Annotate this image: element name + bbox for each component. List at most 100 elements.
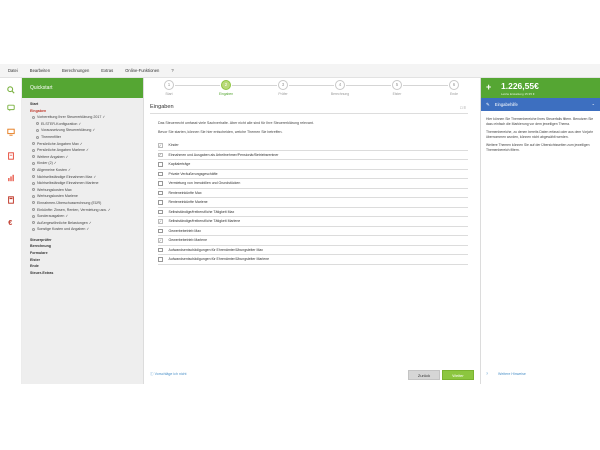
sidebar-item-label: Start	[30, 102, 39, 106]
sidebar-item-label: Sonderausgaben ✓	[37, 214, 69, 219]
topic-checkbox[interactable]: ✓	[158, 238, 163, 243]
sidebar-item[interactable]: Ende	[22, 263, 143, 270]
sidebar-item[interactable]: Berechnung	[22, 243, 143, 250]
refund-amount: 1.226,55€	[501, 81, 539, 91]
refund-box[interactable]: + 1.226,55€ Letzte Erstattung 15:35 €	[481, 78, 600, 98]
sidebar-item[interactable]: Werbungskosten Max	[22, 187, 143, 194]
menu-extras[interactable]: Extras	[101, 68, 113, 73]
chevron-down-icon[interactable]: ⌄	[592, 101, 595, 106]
sidebar-item[interactable]: Sonstige Kosten und Angaben ✓	[22, 226, 143, 233]
sidebar-item[interactable]: Elster	[22, 257, 143, 264]
step-3[interactable]: 3 Prüfer	[268, 80, 298, 96]
sidebar-item-label: Einkünfte: Zinsen, Renten, Vermietung us…	[37, 207, 111, 212]
step-label: Prüfer	[278, 92, 288, 96]
search-icon[interactable]	[7, 86, 15, 94]
chart-icon[interactable]	[7, 174, 15, 182]
sidebar-item[interactable]: Voraussetzung Steuererklärung ✓	[22, 127, 143, 134]
sidebar-item[interactable]: Start	[22, 101, 143, 108]
status-dot-icon	[32, 155, 35, 159]
status-dot-icon	[32, 175, 35, 179]
topic-checkbox[interactable]: ✓	[158, 219, 163, 224]
step-number: 5	[392, 80, 402, 90]
topic-checkbox[interactable]	[158, 200, 163, 205]
print-icon[interactable]: ≡	[464, 105, 466, 110]
suggestions-link[interactable]: ⓘ Vorschläge ich nicht	[150, 372, 187, 377]
sidebar-item-label: Nichtselbständige Einnahmen Max ✓	[37, 174, 97, 179]
calculator-icon[interactable]	[7, 196, 15, 204]
sidebar-item[interactable]: Einnahmen-Überschussrechnung (EÜR)	[22, 200, 143, 207]
notes-icon[interactable]: □	[460, 105, 462, 110]
topic-checkbox[interactable]	[158, 162, 163, 167]
sidebar-item[interactable]: Themenfilter	[22, 134, 143, 141]
topic-checkbox[interactable]: ✓	[158, 143, 163, 148]
menu-help[interactable]: ?	[171, 68, 173, 73]
menu-bearbeiten[interactable]: Bearbeiten	[30, 68, 50, 73]
sidebar-item[interactable]: Kinder (2) ✓	[22, 160, 143, 167]
more-hints-label: Weitere Hinweise	[498, 372, 526, 376]
help-header[interactable]: ✎ Eingabehilfe ⌄	[481, 98, 600, 111]
topic-checkbox[interactable]	[158, 228, 163, 233]
topic-label: Einnahmen und Ausgaben als Arbeitnehmer/…	[168, 152, 279, 157]
step-2[interactable]: 2 Eingaben	[211, 80, 241, 96]
sidebar-item[interactable]: Steuer-Extras	[22, 270, 143, 277]
topic-row: ✓ Einnahmen und Ausgaben als Arbeitnehmer…	[158, 151, 468, 160]
sidebar: Quickstart Start Eingaben Vorbereitung Ihr…	[22, 78, 144, 384]
title-divider	[150, 113, 468, 114]
sidebar-item-label: Eingaben	[30, 108, 47, 113]
status-dot-icon	[36, 135, 39, 139]
sidebar-item[interactable]: Werbungskosten Marlene	[22, 193, 143, 200]
sidebar-item[interactable]: Nichtselbständige Einnahmen Marlene	[22, 180, 143, 187]
topic-checkbox[interactable]	[158, 171, 163, 176]
sidebar-item[interactable]: Allgemeine Kosten ✓	[22, 167, 143, 174]
sidebar-item[interactable]: Eingaben	[22, 108, 143, 115]
status-dot-icon	[32, 201, 35, 205]
back-button[interactable]: Zurück	[408, 370, 440, 380]
sidebar-item[interactable]: Weitere Angaben ✓	[22, 154, 143, 161]
sidebar-item[interactable]: ELSTER-Konfiguration ✓	[22, 121, 143, 128]
step-number: 1	[164, 80, 174, 90]
menu-berechnungen[interactable]: Berechnungen	[62, 68, 89, 73]
sidebar-item-label: Einnahmen-Überschussrechnung (EÜR)	[37, 200, 102, 205]
step-5[interactable]: 5 Elster	[382, 80, 412, 96]
sidebar-item-label: Nichtselbständige Einnahmen Marlene	[37, 181, 99, 186]
sidebar-item[interactable]: Nichtselbständige Einnahmen Max ✓	[22, 174, 143, 181]
help-paragraph: Weitere Themen können Sie auf der Übersi…	[486, 143, 590, 152]
sidebar-item-label: Ende	[30, 264, 39, 269]
next-button[interactable]: Weiter	[442, 370, 474, 380]
sidebar-item[interactable]: Persönliche Angaben Marlene ✓	[22, 147, 143, 154]
menu-online-funktionen[interactable]: Online-Funktionen	[125, 68, 159, 73]
topic-label: Renteneinkünfte Max	[168, 190, 202, 195]
topic-checkbox[interactable]	[158, 257, 163, 262]
topic-checkbox[interactable]: ✓	[158, 152, 163, 157]
sidebar-item[interactable]: Formulare	[22, 250, 143, 257]
chat-icon[interactable]	[7, 104, 15, 112]
intro-instruction: Bevor Sie starten, können Sie hier entsc…	[158, 130, 283, 134]
sidebar-item[interactable]: Vorbereitung Ihrer Steuererklärung 2017 …	[22, 114, 143, 121]
topic-label: Selbstständige/freiberufliche Tätigkeit …	[168, 209, 235, 214]
sidebar-item[interactable]: Außergewöhnliche Belastungen ✓	[22, 220, 143, 227]
more-hints-link[interactable]: ? Weitere Hinweise	[486, 372, 526, 376]
step-6[interactable]: 6 Ende	[439, 80, 469, 96]
menu-datei[interactable]: Datei	[8, 68, 18, 73]
intro-text: Das Steuerrecht umfasst viele Sachverhal…	[158, 121, 314, 125]
step-4[interactable]: 4 Berechnung	[325, 80, 355, 96]
topic-checkbox[interactable]	[158, 209, 163, 214]
main-content: Eingaben □ ≡ Das Steuerrecht umfasst vie…	[144, 100, 480, 384]
euro-icon[interactable]: €	[7, 218, 15, 226]
sidebar-item-label: Steuer-Extras	[30, 270, 54, 275]
sidebar-item[interactable]: Steuerprüfer	[22, 237, 143, 244]
sidebar-item[interactable]: Sonderausgaben ✓	[22, 213, 143, 220]
help-paragraph: Themenbereiche, zu denen bereits Daten e…	[486, 130, 593, 139]
sidebar-header: Quickstart	[22, 78, 143, 98]
documents-icon[interactable]	[7, 152, 15, 160]
sidebar-item[interactable]: Einkünfte: Zinsen, Renten, Vermietung us…	[22, 207, 143, 214]
sidebar-item[interactable]: Persönliche Angaben Max ✓	[22, 141, 143, 148]
step-label: Ende	[450, 92, 458, 96]
topic-row: ✓ Kinder	[158, 141, 468, 151]
topic-checkbox[interactable]	[158, 181, 163, 186]
step-1[interactable]: 1 Start	[154, 80, 184, 96]
page-tools: □ ≡	[460, 105, 466, 110]
topic-checkbox[interactable]	[158, 190, 163, 195]
monitor-icon[interactable]	[7, 128, 15, 136]
topic-checkbox[interactable]	[158, 247, 163, 252]
